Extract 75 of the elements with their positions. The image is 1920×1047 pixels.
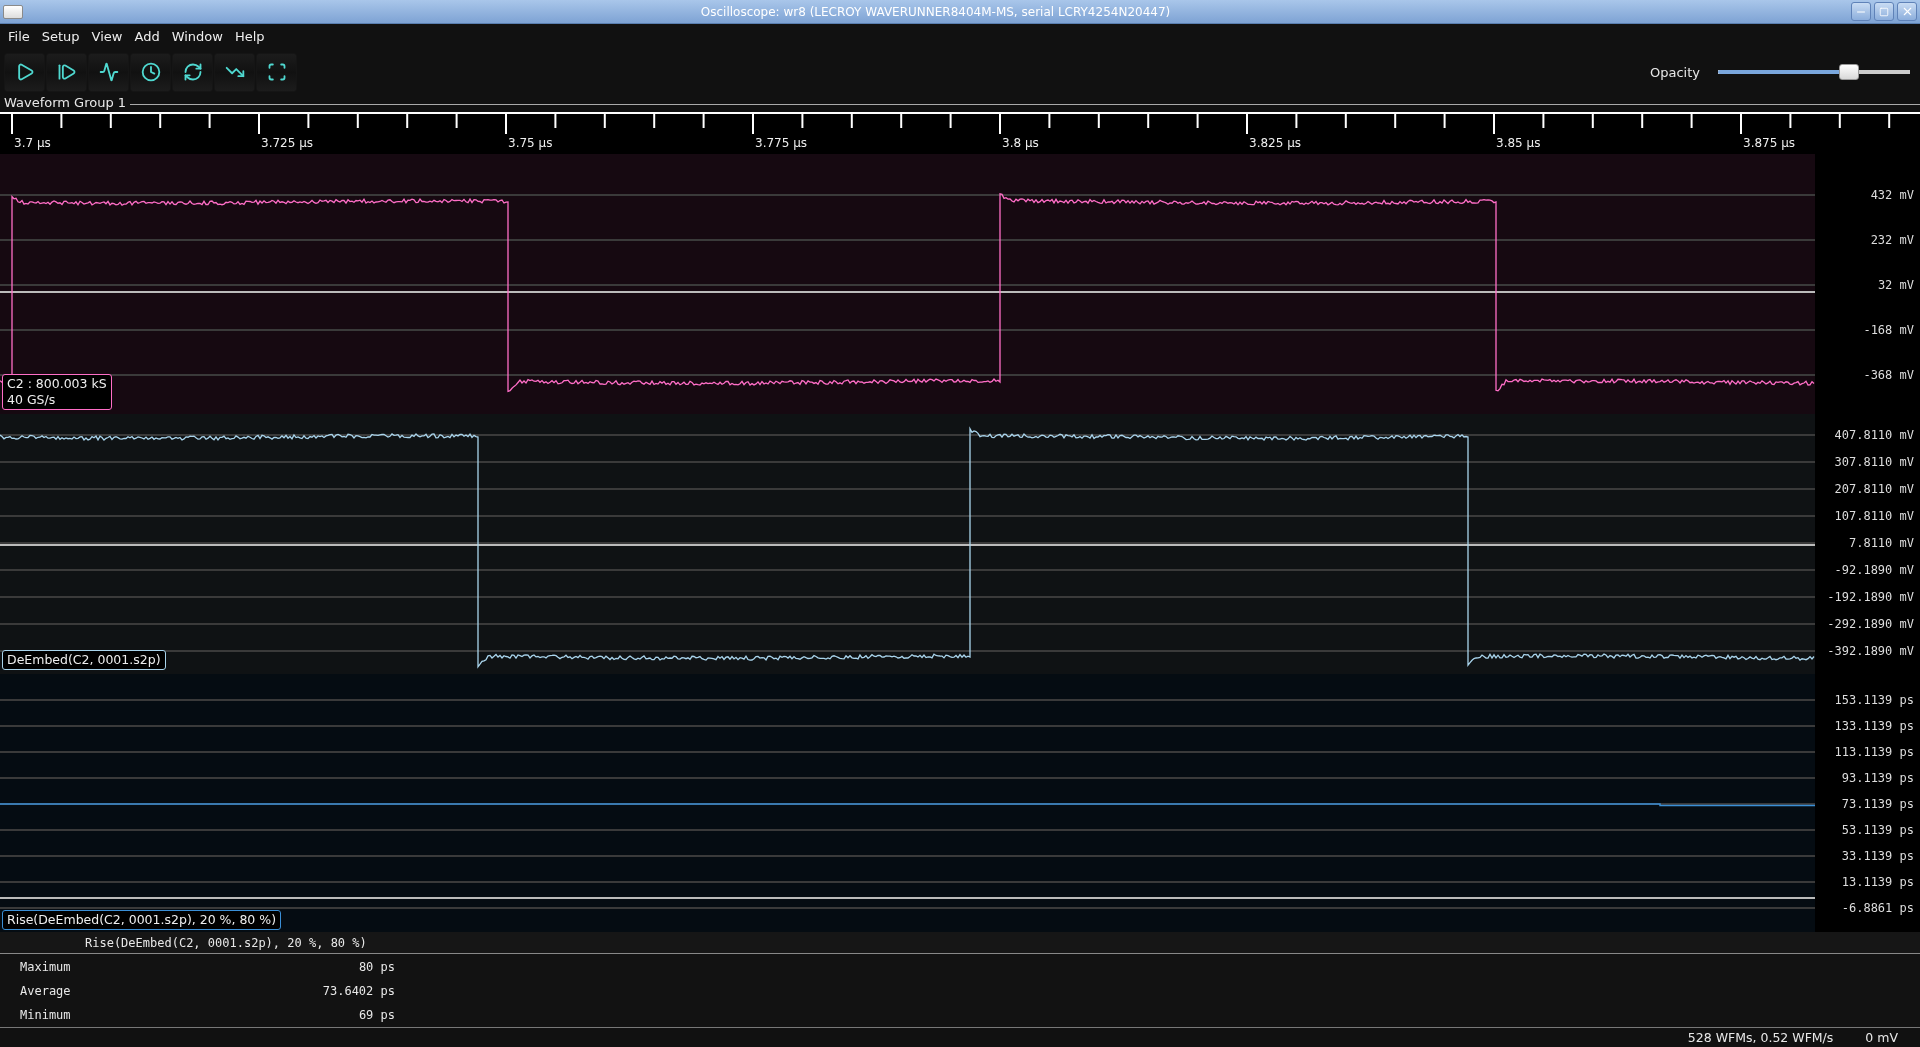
axis-label: 7.8110 mV [1847, 534, 1914, 552]
time-tick-label: 3.875 µs [1742, 136, 1797, 150]
time-ruler[interactable]: 3.7 µs 3.725 µs 3.75 µs 3.775 µs 3.8 µs 3.825 µs 3.85 µs 3.875 µs [0, 112, 1920, 154]
minimize-button[interactable] [1851, 2, 1871, 21]
time-tick-label: 3.85 µs [1495, 136, 1542, 150]
menu-item[interactable]: File [2, 28, 36, 44]
axis-label: -192.1890 mV [1826, 588, 1914, 606]
time-tick-label: 3.7 µs [13, 136, 52, 150]
axis-label: 113.1139 ps [1833, 744, 1914, 761]
toolbar-button[interactable] [172, 52, 213, 92]
status-text: 0 mV [1865, 1030, 1898, 1045]
time-tick-label: 3.775 µs [754, 136, 809, 150]
trace-label[interactable]: Rise(DeEmbed(C2, 0001.s2p), 20 %, 80 %) [2, 910, 282, 930]
opacity-label: Opacity [1650, 64, 1700, 80]
axis-label: -368 mV [1862, 366, 1914, 384]
time-tick-label: 3.825 µs [1248, 136, 1303, 150]
axis-label: -92.1890 mV [1833, 561, 1914, 579]
menu-item[interactable]: Window [165, 28, 229, 44]
axis-label: 107.8110 mV [1833, 507, 1914, 525]
row-label: Average [19, 984, 72, 998]
time-tick-label: 3.8 µs [1001, 136, 1040, 150]
axis-label: -392.1890 mV [1826, 642, 1914, 660]
row-label: Maximum [19, 960, 72, 974]
trace-label[interactable]: DeEmbed(C2, 0001.s2p) [2, 650, 166, 670]
maximize-icon [1879, 6, 1889, 17]
axis-label: 133.1139 ps [1833, 718, 1914, 735]
group-title: Waveform Group 1 [4, 96, 127, 110]
axis-label: -168 mV [1862, 321, 1914, 339]
axis-label: 93.1139 ps [1840, 770, 1914, 787]
axis-label: 207.8110 mV [1833, 480, 1914, 498]
time-tick-label: 3.75 µs [507, 136, 554, 150]
toolbar-button[interactable] [4, 52, 45, 92]
slider-thumb[interactable] [1838, 64, 1859, 80]
axis-label: -292.1890 mV [1826, 615, 1914, 633]
table-cell-text: 80 ps [357, 960, 395, 974]
time-tick-label: 3.725 µs [260, 136, 315, 150]
refresh-icon [182, 62, 203, 82]
axis-label: 153.1139 ps [1833, 692, 1914, 709]
trace-label-text: Rise(DeEmbed(C2, 0001.s2p), 20 %, 80 %) [7, 912, 277, 928]
maximize-button[interactable] [1874, 2, 1894, 21]
column-heading: Rise(DeEmbed(C2, 0001.s2p), 20 %, 80 %) [85, 935, 367, 950]
menu-item[interactable]: Help [228, 28, 271, 44]
axis-label: 432 mV [1869, 186, 1914, 204]
trace-label[interactable]: C2 : 800.003 kS 40 GS/s [2, 374, 112, 410]
axis-label: 407.8110 mV [1833, 426, 1914, 444]
toolbar-button[interactable] [214, 52, 255, 92]
menu-item[interactable]: Add [128, 28, 166, 44]
single-step-icon [56, 62, 77, 82]
trace-label-text: C2 : 800.003 kS [7, 376, 107, 392]
menu-item[interactable]: View [85, 28, 129, 44]
clock-icon [140, 62, 161, 82]
axis-label: 307.8110 mV [1833, 453, 1914, 471]
fit-frame-icon [266, 62, 287, 82]
axis-label: 73.1139 ps [1840, 796, 1914, 813]
status-text: 528 WFMs, 0.52 WFM/s [1687, 1030, 1834, 1045]
waveform-icon [98, 62, 119, 82]
axis-label: 53.1139 ps [1840, 822, 1914, 839]
toolbar-button[interactable] [46, 52, 87, 92]
axis-label: 13.1139 ps [1840, 874, 1914, 891]
toolbar-button[interactable] [130, 52, 171, 92]
close-button[interactable] [1897, 2, 1917, 21]
window-icon[interactable] [3, 4, 23, 19]
menu-item[interactable]: Setup [35, 28, 86, 44]
table-cell-text: 69 ps [357, 1008, 395, 1022]
axis-label: 32 mV [1876, 276, 1914, 294]
trace-label-text: 40 GS/s [7, 392, 57, 408]
axis-label: 232 mV [1869, 231, 1914, 249]
table-cell-text: 73.6402 ps [321, 984, 395, 998]
axis-label: -6.8861 ps [1840, 900, 1914, 917]
row-label: Minimum [19, 1008, 72, 1022]
trace-label-text: DeEmbed(C2, 0001.s2p) [7, 652, 161, 668]
toolbar-button[interactable] [88, 52, 129, 92]
toolbar-button[interactable] [256, 52, 297, 92]
window-title: Oscilloscope: wr8 (LECROY WAVERUNNER8404M-MS, serial LCRY4254N20447) [699, 4, 1172, 19]
axis-label: 33.1139 ps [1840, 848, 1914, 865]
